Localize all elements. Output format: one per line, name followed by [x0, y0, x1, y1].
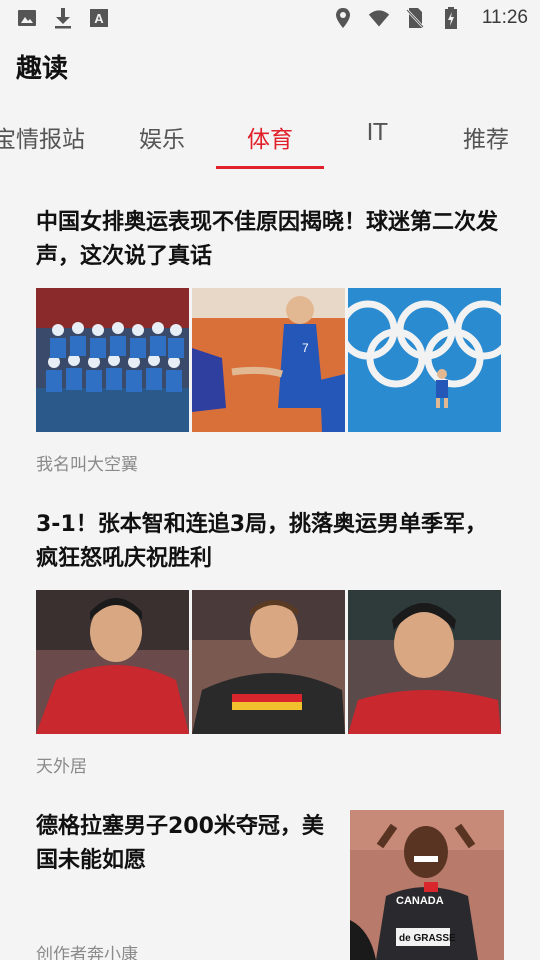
tab-label: 推荐	[463, 127, 509, 153]
article-author: 天外居	[36, 757, 87, 777]
article-images	[36, 590, 501, 734]
article-thumbnail[interactable]	[36, 590, 189, 734]
article-thumbnail[interactable]	[348, 288, 501, 432]
category-tabs: 宝情报站 娱乐 体育 IT 推荐	[0, 108, 540, 170]
download-icon	[52, 7, 74, 29]
tab-sports[interactable]: 体育	[216, 108, 324, 170]
article-images: 7	[36, 288, 501, 432]
tab-recommend[interactable]: 推荐	[436, 108, 536, 170]
tab-intel[interactable]: 宝情报站	[0, 108, 94, 170]
no-sim-icon	[404, 7, 426, 29]
battery-charging-icon	[440, 7, 462, 29]
article-thumbnail[interactable]: 7	[192, 288, 345, 432]
location-icon	[332, 7, 354, 29]
tab-label: IT	[366, 120, 388, 146]
article-thumbnail[interactable]	[348, 590, 501, 734]
clock-time: 11:26	[481, 7, 528, 28]
article-thumbnail[interactable]: CANADA de GRASSE	[350, 810, 504, 960]
article-author: 创作者奔小康	[36, 945, 138, 960]
tab-entertainment[interactable]: 娱乐	[112, 108, 212, 170]
svg-text:A: A	[94, 11, 104, 26]
tab-label: 体育	[247, 127, 293, 153]
article-author: 我名叫大空翼	[36, 455, 138, 475]
article-title[interactable]: 德格拉塞男子200米夺冠，美国未能如愿	[36, 810, 326, 878]
font-app-icon: A	[88, 7, 110, 29]
article-title[interactable]: 中国女排奥运表现不佳原因揭晓！球迷第二次发声，这次说了真话	[36, 206, 506, 274]
tab-label: 宝情报站	[0, 127, 85, 153]
bib-text: de GRASSE	[399, 933, 456, 944]
wifi-icon	[368, 7, 390, 29]
article-thumbnail[interactable]	[36, 288, 189, 432]
article-thumbnail[interactable]	[192, 590, 345, 734]
tab-it[interactable]: IT	[330, 108, 424, 170]
article-title[interactable]: 3-1！张本智和连追3局，挑落奥运男单季军，疯狂怒吼庆祝胜利	[36, 508, 506, 576]
tab-label: 娱乐	[139, 127, 185, 153]
active-tab-indicator	[216, 166, 324, 169]
image-icon	[16, 7, 38, 29]
status-bar: A 11:26	[0, 0, 540, 36]
app-title: 趣读	[16, 54, 69, 84]
svg-text:7: 7	[302, 341, 309, 355]
jersey-text: CANADA	[396, 895, 444, 907]
